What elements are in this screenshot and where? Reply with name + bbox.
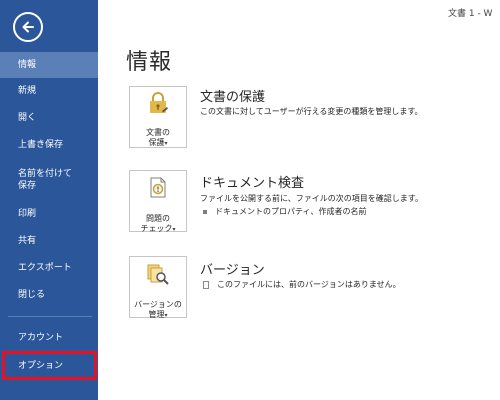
chevron-down-icon: ▾ <box>164 312 168 319</box>
document-icon <box>203 280 209 289</box>
nav-item-print[interactable]: 印刷 <box>0 208 98 220</box>
nav-item-open[interactable]: 開く <box>0 112 98 124</box>
back-button[interactable] <box>13 12 43 42</box>
backstage-sidebar: 情報 新規 開く 上書き保存 名前を付けて 保存 印刷 共有 エクスポート 閉じ… <box>0 0 98 400</box>
bullet-icon <box>203 209 207 214</box>
section-title-protect: 文書の保護 <box>200 90 266 105</box>
nav-item-label: オプション <box>18 361 64 371</box>
tile-label: 問題の チェック <box>140 214 173 233</box>
nav-item-options[interactable]: オプション <box>2 351 97 380</box>
nav-item-label: 共有 <box>18 236 37 246</box>
window-title: 文書 1 - W <box>448 9 493 19</box>
section-desc-inspect: ファイルを公開する前に、ファイルの次の項目を確認します。 <box>200 194 423 203</box>
section-desc-protect: この文書に対してユーザーが行える変更の種類を管理します。 <box>200 107 423 116</box>
nav-item-export[interactable]: エクスポート <box>0 262 98 274</box>
versions-icon <box>147 264 169 285</box>
nav-item-new[interactable]: 新規 <box>0 85 98 97</box>
versions-text: このファイルには、前のバージョンはありません。 <box>217 280 401 289</box>
lock-icon <box>150 92 168 113</box>
sidebar-divider <box>8 316 92 317</box>
list-item: ドキュメントのプロパティ、作成者の名前 <box>203 206 367 217</box>
section-title-versions: バージョン <box>200 263 265 278</box>
back-arrow-icon <box>22 21 34 33</box>
nav-item-account[interactable]: アカウント <box>0 332 98 344</box>
nav-item-save-as[interactable]: 名前を付けて 保存 <box>0 168 98 192</box>
check-for-issues-button[interactable]: 問題の チェック▾ <box>129 170 187 233</box>
nav-item-info[interactable]: 情報 <box>0 52 98 78</box>
nav-item-close[interactable]: 閉じる <box>0 289 98 301</box>
nav-item-label: エクスポート <box>18 263 72 273</box>
bullet-text: ドキュメントのプロパティ、作成者の名前 <box>215 207 367 216</box>
nav-item-label: 閉じる <box>18 290 46 300</box>
protect-document-button[interactable]: 文書の 保護▾ <box>129 86 187 148</box>
nav-item-label: 新規 <box>18 86 37 96</box>
section-desc-versions: このファイルには、前のバージョンはありません。 <box>203 279 401 290</box>
page-title: 情報 <box>126 50 173 75</box>
tile-label: バージョンの 管理 <box>134 300 182 319</box>
nav-item-label: 印刷 <box>18 209 37 219</box>
nav-item-share[interactable]: 共有 <box>0 235 98 247</box>
section-title-inspect: ドキュメント検査 <box>200 176 305 191</box>
manage-versions-button[interactable]: バージョンの 管理▾ <box>129 256 187 319</box>
nav-item-label: 名前を付けて 保存 <box>18 169 73 191</box>
nav-item-label: 開く <box>18 113 37 123</box>
nav-item-label: 上書き保存 <box>18 140 64 150</box>
nav-item-save[interactable]: 上書き保存 <box>0 139 98 151</box>
nav-item-label: アカウント <box>18 333 64 343</box>
nav-item-label: 情報 <box>18 60 37 70</box>
inspect-document-icon <box>150 177 166 198</box>
chevron-down-icon: ▾ <box>164 140 168 147</box>
chevron-down-icon: ▾ <box>172 226 176 233</box>
